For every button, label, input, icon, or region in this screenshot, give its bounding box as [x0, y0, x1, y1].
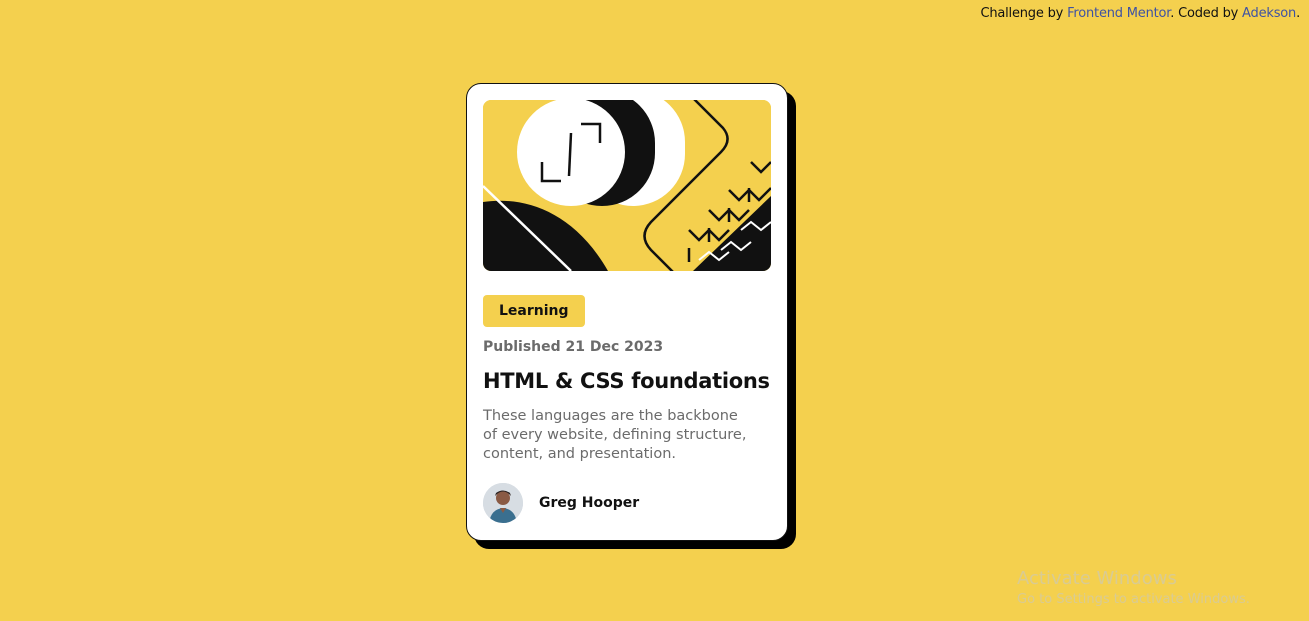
category-badge: Learning — [483, 295, 585, 327]
windows-activation-watermark: Activate Windows Go to Settings to activ… — [1017, 568, 1250, 607]
published-date: Published 21 Dec 2023 — [483, 339, 664, 355]
blog-preview-card: Learning Published 21 Dec 2023 HTML & CS… — [466, 83, 788, 541]
code-illustration-icon — [483, 100, 771, 271]
author-name: Greg Hooper — [539, 495, 640, 511]
attribution-suffix: . — [1296, 6, 1300, 21]
card-title[interactable]: HTML & CSS foundations — [483, 369, 771, 393]
author-block: Greg Hooper — [483, 483, 639, 523]
attribution-middle: . Coded by — [1170, 6, 1243, 21]
hero-illustration — [483, 100, 771, 271]
watermark-title: Activate Windows — [1017, 568, 1177, 589]
attribution: Challenge by Frontend Mentor. Coded by A… — [980, 6, 1300, 21]
avatar — [483, 483, 523, 523]
watermark-subtitle: Go to Settings to activate Windows. — [1017, 592, 1250, 607]
attribution-prefix: Challenge by — [980, 6, 1068, 21]
author-avatar-icon — [483, 483, 523, 523]
card-description: These languages are the backbone of ever… — [483, 408, 747, 462]
frontend-mentor-link[interactable]: Frontend Mentor — [1067, 6, 1170, 21]
author-link[interactable]: Adekson — [1242, 6, 1296, 21]
